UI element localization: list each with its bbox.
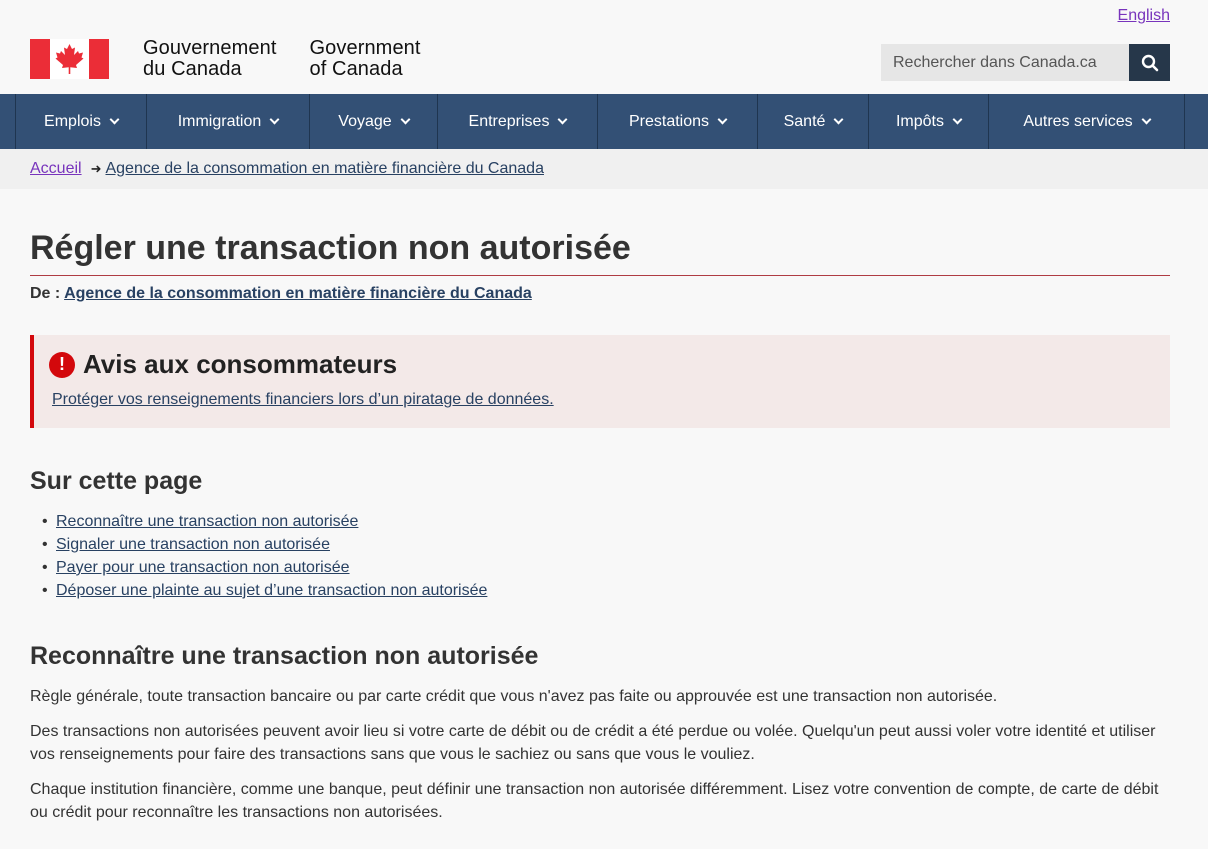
search-icon bbox=[1141, 54, 1158, 71]
menu-item-label: Santé bbox=[783, 112, 826, 130]
signature-english-line1: Government bbox=[309, 37, 421, 59]
page-title: Régler une transaction non autorisée bbox=[30, 229, 1170, 276]
menu-item-label: Impôts bbox=[895, 112, 944, 130]
consumer-alert: ! Avis aux consommateurs Protéger vos re… bbox=[30, 335, 1170, 428]
section-paragraph: Des transactions non autorisées peuvent … bbox=[30, 723, 1156, 763]
main-content: Régler une transaction non autorisée De … bbox=[0, 229, 1208, 824]
toc-link-signaler[interactable]: Signaler une transaction non autorisée bbox=[56, 536, 330, 553]
signature-french-line2: du Canada bbox=[143, 58, 242, 80]
toc-item: Déposer une plainte au sujet d’une trans… bbox=[42, 579, 1170, 602]
toc-item: Signaler une transaction non autorisée bbox=[42, 533, 1170, 556]
menu-item-autres-services[interactable]: Autres services bbox=[989, 94, 1185, 149]
chevron-down-icon bbox=[109, 114, 120, 125]
menu-item-entreprises[interactable]: Entreprises bbox=[438, 94, 598, 149]
menu-item-label: Immigration bbox=[177, 112, 262, 130]
chevron-down-icon bbox=[269, 114, 280, 125]
toc-list: Reconnaître une transaction non autorisé… bbox=[30, 510, 1170, 602]
language-toggle-link[interactable]: English bbox=[1118, 7, 1170, 25]
breadcrumb-home-link[interactable]: Accueil bbox=[30, 160, 82, 178]
main-menu: Emplois Immigration Voyage Entreprises P… bbox=[0, 94, 1208, 149]
signature-english-line2: of Canada bbox=[309, 58, 403, 80]
government-signature[interactable]: Gouvernement du Canada Government of Can… bbox=[30, 38, 421, 80]
toc-link-payer[interactable]: Payer pour une transaction non autorisée bbox=[56, 559, 350, 576]
chevron-down-icon bbox=[717, 114, 728, 125]
menu-item-label: Emplois bbox=[44, 112, 101, 130]
signature-english: Government of Canada bbox=[310, 38, 421, 80]
arrow-right-icon: ➜ bbox=[90, 161, 102, 176]
menu-item-immigration[interactable]: Immigration bbox=[147, 94, 310, 149]
chevron-down-icon bbox=[400, 114, 411, 125]
toc-item: Reconnaître une transaction non autorisé… bbox=[42, 510, 1170, 533]
chevron-down-icon bbox=[833, 114, 844, 125]
menu-item-voyage[interactable]: Voyage bbox=[310, 94, 438, 149]
toc-link-deposer-plainte[interactable]: Déposer une plainte au sujet d’une trans… bbox=[56, 582, 487, 599]
search-form bbox=[881, 44, 1170, 81]
toc-link-reconnaitre[interactable]: Reconnaître une transaction non autorisé… bbox=[56, 513, 358, 530]
search-input[interactable] bbox=[881, 44, 1129, 81]
search-button[interactable] bbox=[1129, 44, 1170, 81]
menu-item-prestations[interactable]: Prestations bbox=[598, 94, 758, 149]
menu-item-label: Autres services bbox=[1023, 112, 1133, 130]
exclamation-icon: ! bbox=[49, 351, 75, 378]
signature-french-line1: Gouvernement bbox=[143, 37, 277, 59]
from-label: De : bbox=[30, 285, 61, 302]
alert-heading: ! Avis aux consommateurs bbox=[49, 349, 1170, 380]
site-header: English Gouvernement du Canada Governmen… bbox=[0, 0, 1208, 94]
breadcrumb-agency-link[interactable]: Agence de la consommation en matière fin… bbox=[105, 160, 544, 178]
menu-item-sante[interactable]: Santé bbox=[758, 94, 869, 149]
from-line: De : Agence de la consommation en matièr… bbox=[30, 285, 1170, 303]
alert-title: Avis aux consommateurs bbox=[83, 349, 398, 379]
alert-link[interactable]: Protéger vos renseignements financiers l… bbox=[52, 391, 1170, 409]
canada-flag-icon bbox=[30, 39, 109, 79]
menu-item-label: Voyage bbox=[338, 112, 392, 130]
menu-item-emplois[interactable]: Emplois bbox=[15, 94, 147, 149]
menu-item-impots[interactable]: Impôts bbox=[869, 94, 989, 149]
chevron-down-icon bbox=[952, 114, 963, 125]
breadcrumb: Accueil ➜ Agence de la consommation en m… bbox=[0, 149, 1208, 189]
signature-french: Gouvernement du Canada bbox=[143, 38, 277, 80]
section-paragraph: Règle générale, toute transaction bancai… bbox=[30, 688, 998, 705]
section-title: Reconnaître une transaction non autorisé… bbox=[30, 642, 539, 670]
menu-item-label: Entreprises bbox=[468, 112, 550, 130]
menu-item-label: Prestations bbox=[628, 112, 710, 130]
section-paragraph: Chaque institution financière, comme une… bbox=[30, 781, 1159, 821]
from-agency-link[interactable]: Agence de la consommation en matière fin… bbox=[64, 285, 532, 302]
chevron-down-icon bbox=[558, 114, 568, 125]
toc-item: Payer pour une transaction non autorisée bbox=[42, 556, 1170, 579]
chevron-down-icon bbox=[1141, 114, 1152, 125]
toc-title: Sur cette page bbox=[30, 467, 203, 495]
